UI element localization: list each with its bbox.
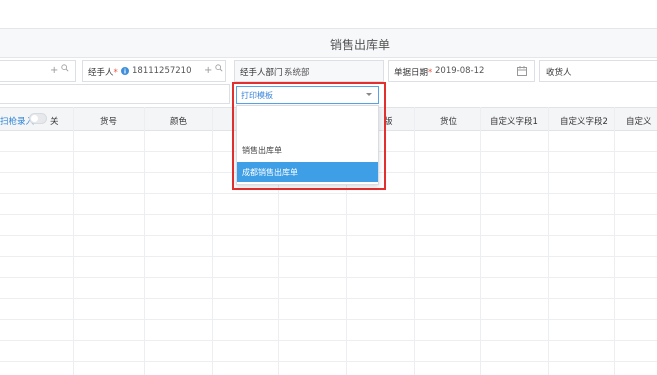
table-row bbox=[0, 361, 657, 362]
toggle-state-label: 关 bbox=[50, 117, 59, 127]
toggle-knob bbox=[31, 115, 38, 122]
date-label: 单据日期 bbox=[394, 68, 429, 78]
title-bar: 销售出库单 bbox=[0, 28, 657, 58]
date-value: 2019-08-12 bbox=[435, 66, 485, 76]
handler-value: 18111257210 bbox=[132, 66, 192, 76]
search-icon[interactable] bbox=[215, 64, 223, 72]
handler-field[interactable]: 经手人* 18111257210 + bbox=[82, 60, 226, 82]
plus-icon[interactable]: + bbox=[204, 65, 212, 76]
required-mark: * bbox=[113, 68, 118, 78]
table-row bbox=[0, 193, 657, 194]
column-header-custom-1[interactable]: 自定义字段1 bbox=[490, 115, 538, 127]
customer-field[interactable]: + bbox=[0, 60, 76, 82]
date-field[interactable]: 单据日期* 2019-08-12 bbox=[388, 60, 535, 82]
column-header-custom-3[interactable]: 自定义 bbox=[626, 115, 652, 127]
department-field[interactable]: 经手人部门 系统部 bbox=[234, 60, 384, 82]
table-row bbox=[0, 256, 657, 257]
department-label: 经手人部门 bbox=[240, 68, 283, 78]
scan-entry-toggle[interactable] bbox=[29, 113, 47, 124]
column-header-location[interactable]: 货位 bbox=[440, 115, 457, 127]
plus-icon[interactable]: + bbox=[50, 65, 58, 76]
table-row bbox=[0, 298, 657, 299]
column-header-custom-2[interactable]: 自定义字段2 bbox=[560, 115, 608, 127]
print-template-menu: 销售出库单 成都销售出库单 bbox=[236, 105, 379, 185]
column-header-item-no[interactable]: 货号 bbox=[100, 115, 117, 127]
print-template-placeholder: 打印模板 bbox=[241, 91, 273, 100]
table-row bbox=[0, 340, 657, 341]
page-title: 销售出库单 bbox=[330, 38, 391, 52]
department-value: 系统部 bbox=[284, 68, 310, 78]
menu-item-chengdu-sales-outbound[interactable]: 成都销售出库单 bbox=[237, 162, 378, 182]
table-row bbox=[0, 214, 657, 215]
info-icon bbox=[121, 67, 129, 75]
chevron-down-icon bbox=[366, 93, 372, 96]
search-icon[interactable] bbox=[61, 64, 69, 72]
receiver-label: 收货人 bbox=[546, 68, 572, 78]
handler-label: 经手人 bbox=[88, 68, 114, 78]
sales-outbound-form: 销售出库单 + 经手人* 18111257210 + 经手人部门 系统部 单据日… bbox=[0, 0, 657, 375]
remark-field[interactable] bbox=[0, 84, 230, 104]
calendar-icon[interactable] bbox=[517, 66, 527, 76]
print-template-select[interactable]: 打印模板 bbox=[236, 86, 379, 104]
table-row bbox=[0, 319, 657, 320]
table-row bbox=[0, 277, 657, 278]
required-mark: * bbox=[428, 68, 433, 78]
menu-item-sales-outbound[interactable]: 销售出库单 bbox=[237, 140, 378, 160]
column-header-color[interactable]: 颜色 bbox=[170, 115, 187, 127]
table-row bbox=[0, 235, 657, 236]
receiver-field[interactable]: 收货人 bbox=[539, 60, 657, 82]
